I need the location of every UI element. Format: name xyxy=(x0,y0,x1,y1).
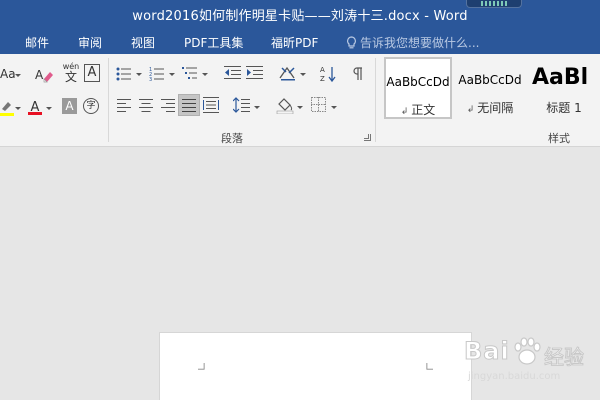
style-sample: AaBl xyxy=(532,65,589,90)
tab-mailings[interactable]: 邮件 xyxy=(25,34,49,51)
style-no-spacing[interactable]: AaBbCcDd ↲ 无间隔 xyxy=(456,57,524,119)
tab-foxit-pdf[interactable]: 福昕PDF xyxy=(271,34,318,51)
chinese-layout-icon[interactable] xyxy=(278,64,298,82)
font-color-button[interactable]: A xyxy=(28,96,42,116)
show-formatting-icon[interactable] xyxy=(352,67,364,81)
style-name: 标题 1 xyxy=(546,101,582,115)
watermark-url: jingyan.baidu.com xyxy=(468,371,561,382)
justify-icon xyxy=(182,99,196,112)
tab-review[interactable]: 审阅 xyxy=(78,34,102,51)
tab-pdf-tools[interactable]: PDF工具集 xyxy=(184,34,243,51)
font-color-bar xyxy=(28,112,42,115)
paragraph-dialog-launcher[interactable] xyxy=(364,134,371,141)
styles-group-label: 样式 xyxy=(548,132,570,145)
baidu-watermark: Bai 经验 jingyan.baidu.com xyxy=(460,335,600,400)
borders-icon[interactable] xyxy=(311,97,326,112)
paw-icon xyxy=(514,337,541,365)
ribbon-tabs: 邮件 审阅 视图 PDF工具集 福昕PDF 告诉我您想要做什么... xyxy=(0,28,600,54)
chevron-down-icon xyxy=(331,106,337,109)
increase-indent-icon[interactable] xyxy=(246,66,263,81)
tell-me-placeholder: 告诉我您想要做什么... xyxy=(360,36,480,50)
highlight-icon[interactable] xyxy=(0,99,14,117)
chevron-down-icon xyxy=(202,73,208,76)
svg-text:A: A xyxy=(320,66,325,74)
chevron-down-icon xyxy=(300,73,306,76)
watermark-suffix: 经验 xyxy=(544,345,585,370)
numbering-icon[interactable]: 1 2 3 xyxy=(149,66,165,81)
svg-text:3: 3 xyxy=(149,77,152,81)
chevron-down-icon xyxy=(297,106,303,109)
decrease-indent-icon[interactable] xyxy=(224,66,241,81)
paragraph-group-label: 段落 xyxy=(221,132,243,145)
multilevel-list-icon[interactable] xyxy=(182,66,198,81)
phonetic-char: 文 xyxy=(64,70,77,84)
chevron-down-icon xyxy=(46,107,52,110)
group-separator xyxy=(375,58,376,142)
bullets-icon[interactable] xyxy=(116,67,132,81)
style-name: ↲ 无间隔 xyxy=(466,101,514,115)
shading-icon[interactable] xyxy=(276,96,294,114)
recording-indicator xyxy=(466,0,522,8)
style-normal[interactable]: AaBbCcDd ↲ 正文 xyxy=(384,57,452,119)
chevron-down-icon xyxy=(169,73,175,76)
styles-gallery: AaBbCcDd ↲ 正文 AaBbCcDd ↲ 无间隔 AaBl 标题 1 xyxy=(380,57,600,127)
margin-corner-top-left xyxy=(198,363,205,370)
align-left-icon[interactable] xyxy=(117,99,131,112)
style-name: ↲ 正文 xyxy=(400,103,436,117)
title-bar: word2016如何制作明星卡贴——刘涛十三.docx - Word xyxy=(0,0,600,28)
char-shading-button[interactable]: A xyxy=(62,98,77,114)
style-heading-1[interactable]: AaBl 标题 1 xyxy=(528,57,600,119)
align-right-icon[interactable] xyxy=(161,99,175,112)
justify-button[interactable] xyxy=(178,94,200,116)
style-sample: AaBbCcDd xyxy=(458,73,522,87)
align-center-icon[interactable] xyxy=(139,99,153,112)
chevron-down-icon xyxy=(15,107,21,110)
clear-formatting-icon[interactable]: A xyxy=(35,66,55,84)
sort-icon[interactable]: A Z xyxy=(320,65,336,83)
svg-text:Z: Z xyxy=(320,75,325,83)
enclose-char-button[interactable]: 字 xyxy=(83,98,99,114)
tab-view[interactable]: 视图 xyxy=(131,34,155,51)
margin-corner-top-right xyxy=(426,363,433,370)
tell-me-box[interactable]: 告诉我您想要做什么... xyxy=(346,34,479,51)
chevron-down-icon xyxy=(15,74,21,77)
document-page[interactable] xyxy=(159,332,472,400)
phonetic-guide-button[interactable]: wén 文 xyxy=(62,62,80,84)
style-sample: AaBbCcDd xyxy=(386,75,450,89)
chevron-down-icon xyxy=(254,106,260,109)
chevron-down-icon xyxy=(136,73,142,76)
char-border-button[interactable]: A xyxy=(84,64,100,82)
grow-font-button[interactable]: Aa xyxy=(0,67,16,81)
watermark-brand: Bai xyxy=(464,337,510,366)
ribbon-home: Aa A wén 文 A A A 字 1 2 3 A Z 段落 AaBbCcDd… xyxy=(0,54,600,147)
lightbulb-icon xyxy=(347,36,356,49)
svg-text:A: A xyxy=(35,68,44,82)
distributed-icon[interactable] xyxy=(203,97,219,113)
group-separator xyxy=(108,58,109,142)
line-spacing-icon[interactable] xyxy=(233,97,250,113)
